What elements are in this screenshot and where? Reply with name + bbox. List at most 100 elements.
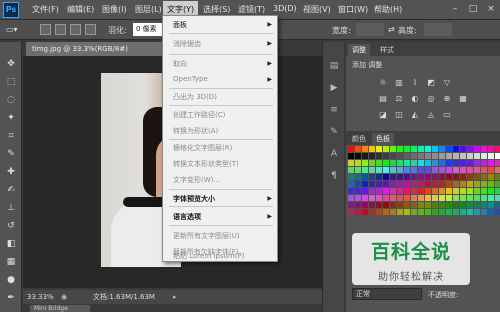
- menu-window[interactable]: 窗口(W): [338, 4, 368, 15]
- swatch[interactable]: [481, 146, 487, 152]
- intersect-selection-icon[interactable]: [85, 24, 96, 35]
- swatch[interactable]: [397, 160, 403, 166]
- swatch[interactable]: [432, 174, 438, 180]
- swatch[interactable]: [425, 160, 431, 166]
- mini-bridge-tab[interactable]: Mini Bridge: [30, 305, 90, 312]
- black-white-icon[interactable]: ◐: [410, 94, 420, 104]
- swatch[interactable]: [495, 167, 500, 173]
- swatch[interactable]: [418, 153, 424, 159]
- swatch[interactable]: [383, 153, 389, 159]
- swatch[interactable]: [383, 160, 389, 166]
- swatch[interactable]: [425, 209, 431, 215]
- swatch[interactable]: [446, 181, 452, 187]
- eraser-icon[interactable]: ◧: [5, 238, 17, 250]
- brightness-icon[interactable]: ☼: [378, 78, 388, 88]
- new-selection-icon[interactable]: [40, 24, 51, 35]
- lasso-icon[interactable]: ◌: [5, 94, 17, 106]
- swatch[interactable]: [355, 153, 361, 159]
- selective-color-icon[interactable]: ◬: [426, 110, 436, 120]
- swatch[interactable]: [383, 195, 389, 201]
- swatch[interactable]: [446, 167, 452, 173]
- swatch[interactable]: [432, 181, 438, 187]
- swatch[interactable]: [348, 167, 354, 173]
- swatch[interactable]: [369, 174, 375, 180]
- swatch[interactable]: [397, 181, 403, 187]
- swatch[interactable]: [453, 167, 459, 173]
- swatch[interactable]: [404, 146, 410, 152]
- swatch[interactable]: [355, 160, 361, 166]
- swatch[interactable]: [439, 188, 445, 194]
- menu-item[interactable]: 面板: [173, 20, 187, 30]
- swatch[interactable]: [390, 160, 396, 166]
- swatch[interactable]: [460, 153, 466, 159]
- swatch[interactable]: [432, 146, 438, 152]
- feather-input[interactable]: 0 像素: [133, 23, 163, 36]
- menu-image[interactable]: 图像(I): [102, 4, 127, 15]
- swatch[interactable]: [411, 146, 417, 152]
- healing-brush-icon[interactable]: ✚: [5, 166, 17, 178]
- swatch[interactable]: [460, 146, 466, 152]
- swatch[interactable]: [404, 167, 410, 173]
- swatch[interactable]: [397, 188, 403, 194]
- swatch[interactable]: [348, 160, 354, 166]
- swatch[interactable]: [481, 153, 487, 159]
- swatch[interactable]: [460, 188, 466, 194]
- actions-icon[interactable]: ▶: [328, 82, 340, 94]
- swatch[interactable]: [474, 181, 480, 187]
- swatch[interactable]: [376, 181, 382, 187]
- swatch[interactable]: [432, 153, 438, 159]
- swatch[interactable]: [453, 181, 459, 187]
- swatch[interactable]: [446, 153, 452, 159]
- swatch[interactable]: [348, 174, 354, 180]
- swatch[interactable]: [411, 181, 417, 187]
- swatch[interactable]: [474, 195, 480, 201]
- width-input[interactable]: [356, 23, 384, 36]
- close-window-button[interactable]: ×: [484, 3, 498, 15]
- swatch[interactable]: [446, 195, 452, 201]
- swatch[interactable]: [369, 202, 375, 208]
- swatch[interactable]: [474, 167, 480, 173]
- posterize-icon[interactable]: ◫: [394, 110, 404, 120]
- tab-swatches[interactable]: 色板: [372, 133, 394, 145]
- swatch[interactable]: [481, 174, 487, 180]
- exposure-icon[interactable]: ◩: [426, 78, 436, 88]
- swatch[interactable]: [404, 181, 410, 187]
- swatch[interactable]: [474, 160, 480, 166]
- menu-help[interactable]: 帮助(H): [374, 4, 402, 15]
- swatch[interactable]: [397, 202, 403, 208]
- swatch[interactable]: [383, 146, 389, 152]
- swatch[interactable]: [362, 209, 368, 215]
- swatch[interactable]: [488, 202, 494, 208]
- swatch[interactable]: [481, 202, 487, 208]
- swatch[interactable]: [488, 181, 494, 187]
- swatch[interactable]: [453, 195, 459, 201]
- swatch[interactable]: [495, 160, 500, 166]
- swatch[interactable]: [481, 195, 487, 201]
- swatch[interactable]: [355, 174, 361, 180]
- invert-icon[interactable]: ◪: [378, 110, 388, 120]
- swatch[interactable]: [495, 181, 500, 187]
- swatch[interactable]: [390, 209, 396, 215]
- swatch[interactable]: [383, 209, 389, 215]
- swatch[interactable]: [467, 181, 473, 187]
- crop-icon[interactable]: ⌗: [5, 130, 17, 142]
- stamp-icon[interactable]: ⊥: [5, 202, 17, 214]
- swatch[interactable]: [446, 160, 452, 166]
- swatch[interactable]: [348, 153, 354, 159]
- swatch[interactable]: [439, 202, 445, 208]
- menu-select[interactable]: 选择(S): [203, 4, 230, 15]
- swatch[interactable]: [404, 153, 410, 159]
- swatch[interactable]: [383, 188, 389, 194]
- swatch[interactable]: [404, 202, 410, 208]
- swatch[interactable]: [474, 174, 480, 180]
- vibrance-icon[interactable]: ▽: [442, 78, 452, 88]
- curves-icon[interactable]: ⌇: [410, 78, 420, 88]
- swatch[interactable]: [432, 188, 438, 194]
- swatch[interactable]: [390, 188, 396, 194]
- swatch[interactable]: [369, 188, 375, 194]
- swatch[interactable]: [481, 188, 487, 194]
- gradient-icon[interactable]: ▦: [5, 256, 17, 268]
- swatch[interactable]: [495, 195, 500, 201]
- menu-item[interactable]: 语言选项: [173, 212, 201, 222]
- swatch[interactable]: [495, 202, 500, 208]
